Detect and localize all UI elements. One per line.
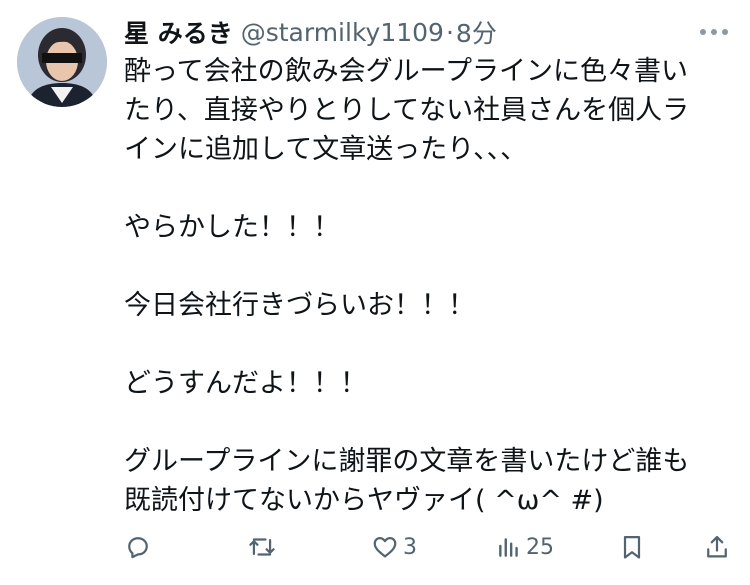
bookmark-icon [623, 535, 641, 559]
user-handle[interactable]: @starmilky1109 [241, 18, 444, 47]
tweet-line: インに追加して文章送ったり、、、 [124, 134, 528, 165]
tweet-line [124, 247, 736, 286]
tweet-header: 星 みるき @starmilky1109 · 8分 [124, 14, 497, 50]
like-button[interactable]: 3 [371, 530, 417, 564]
tweet-line: やらかした！！！ [124, 212, 340, 243]
tweet-line [124, 325, 736, 364]
tweet-actions: 3 25 [0, 530, 750, 564]
like-count: 3 [403, 534, 417, 560]
reply-icon [128, 537, 148, 559]
more-icon[interactable] [696, 18, 732, 46]
bookmark-button[interactable] [618, 530, 646, 564]
timestamp[interactable]: 8分 [456, 14, 497, 50]
reply-button[interactable] [124, 530, 156, 564]
heart-icon [373, 537, 397, 558]
tweet-line: どうすんだよ！！！ [124, 368, 367, 399]
avatar[interactable] [17, 17, 107, 107]
views-count: 25 [526, 534, 554, 560]
tweet-text: 酔って会社の飲み会グループラインに色々書い たり、直接やりとりしてない社員さんを… [124, 52, 736, 520]
tweet-line: 酔って会社の飲み会グループラインに色々書い [124, 56, 689, 87]
retweet-button[interactable] [247, 530, 281, 564]
tweet-line: グループラインに謝罪の文章を書いたけど誰も [124, 446, 690, 477]
retweet-icon [249, 538, 275, 556]
tweet: 星 みるき @starmilky1109 · 8分 酔って会社の飲み会グループラ… [0, 0, 750, 585]
tweet-line: 既読付けてないからヤヴァイ( ^ω^ #) [124, 485, 604, 516]
avatar-image [17, 17, 107, 107]
tweet-line: 今日会社行きづらいお！！！ [124, 290, 475, 321]
share-icon [707, 535, 727, 558]
tweet-line [124, 403, 736, 442]
separator-dot: · [445, 17, 454, 47]
display-name[interactable]: 星 みるき [124, 14, 233, 50]
analytics-icon [499, 538, 518, 557]
tweet-line: たり、直接やりとりしてない社員さんを個人ラ [124, 95, 690, 126]
views-button[interactable]: 25 [496, 530, 554, 564]
tweet-line [124, 169, 736, 208]
share-button[interactable] [703, 530, 731, 564]
